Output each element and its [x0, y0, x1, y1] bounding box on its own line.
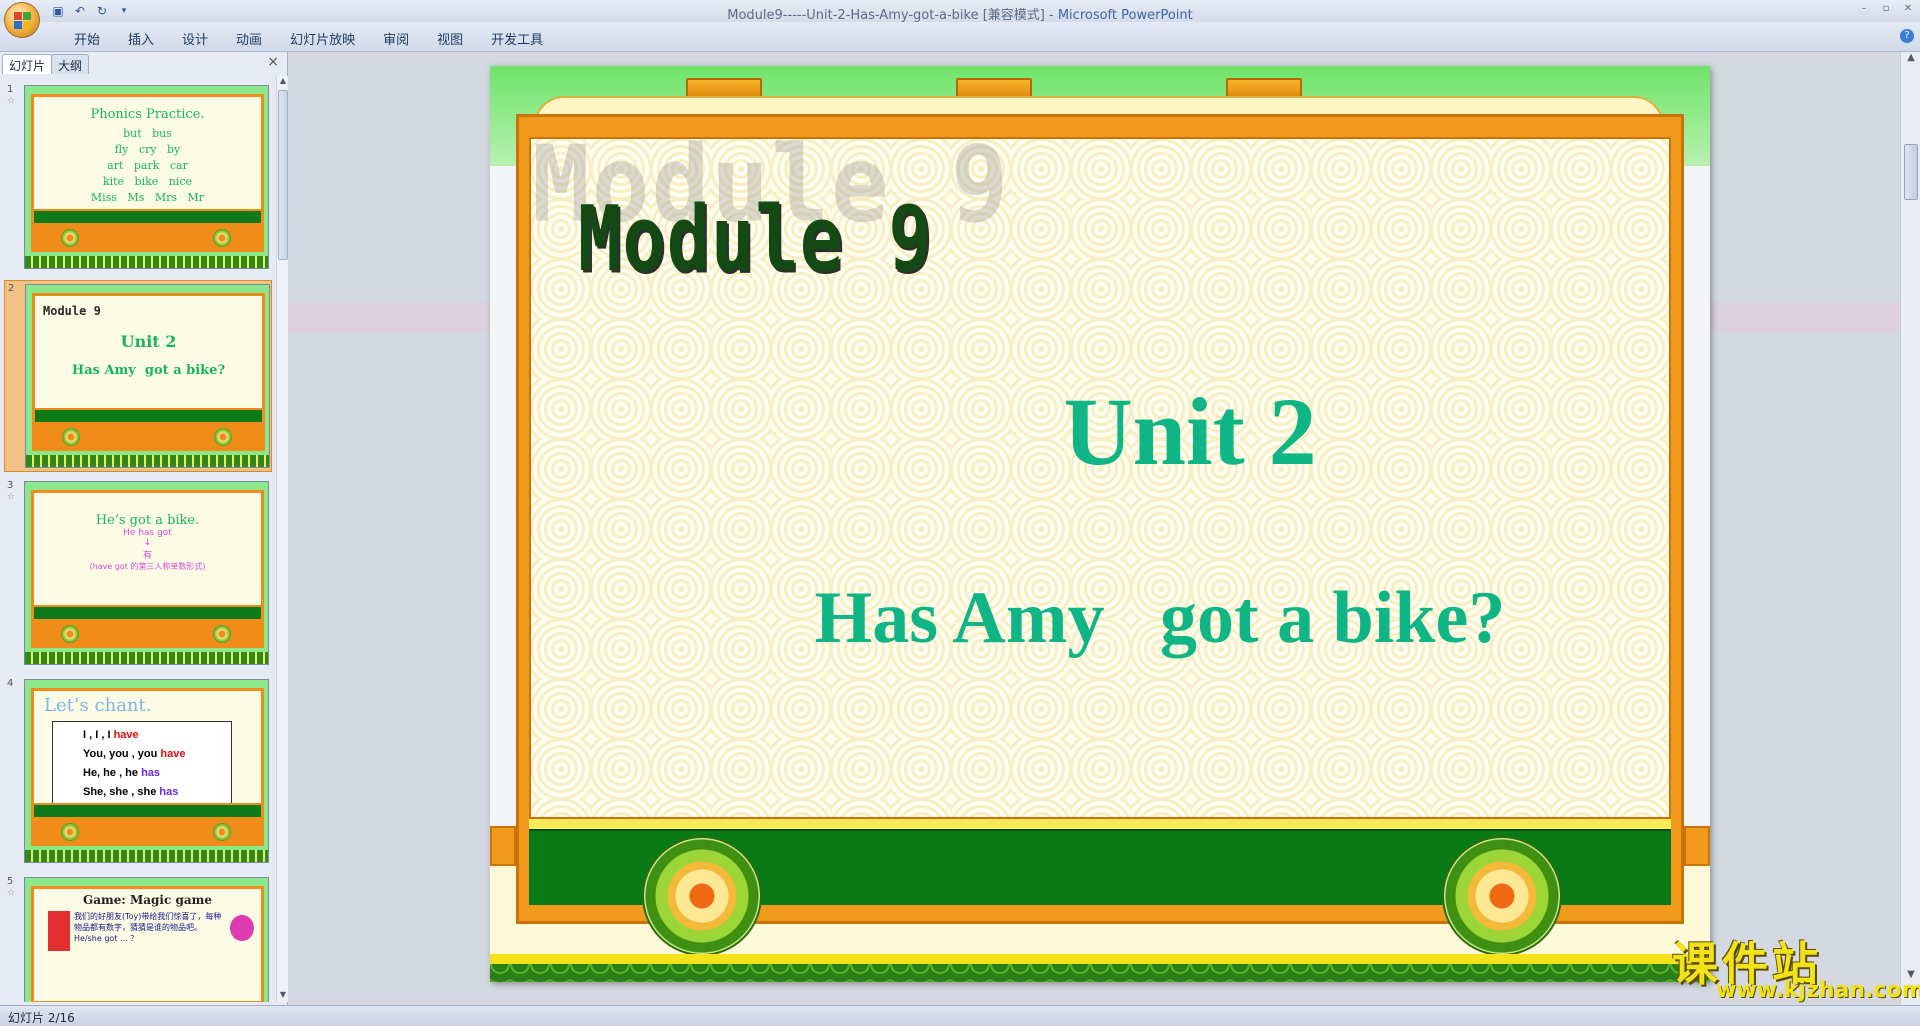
slide-number: 3: [7, 480, 14, 491]
tab-home[interactable]: 开始: [60, 29, 114, 48]
thumb-question: Has Amy got a bike?: [71, 363, 226, 378]
thumb-line: kite bike nice: [102, 175, 193, 188]
tab-slides[interactable]: 幻灯片: [2, 54, 53, 74]
thumb-title: Game: Magic game: [83, 893, 212, 907]
toy-image: [48, 911, 70, 951]
watermark-url: www.kjzhan.com: [1716, 978, 1920, 1003]
slide-number: 1: [7, 84, 14, 95]
editor-scrollbar[interactable]: ▲ ▼: [1900, 52, 1920, 1005]
thumb-sub: 有: [142, 551, 152, 561]
wheel-icon: [1442, 836, 1562, 956]
thumbnail-canvas: Game: Magic game 我们的好朋友(Toy)带给我们惊喜了，每种物品…: [24, 877, 269, 1002]
toy-image: [230, 915, 254, 941]
maximize-icon[interactable]: ▫: [1880, 3, 1892, 15]
thumb-unit: Unit 2: [120, 332, 177, 351]
pane-close-icon[interactable]: ×: [267, 54, 279, 70]
tab-view[interactable]: 视图: [423, 29, 477, 48]
train-hook: [686, 78, 762, 98]
close-icon[interactable]: ✕: [1902, 3, 1914, 15]
thumb-title: He’s got a bike.: [95, 513, 200, 528]
title-separator: -: [1044, 8, 1058, 23]
animation-star-icon: ☆: [7, 888, 16, 898]
chant-row: You, you , you have: [83, 748, 186, 760]
chant-box: I , I , I have You, you , you have He, h…: [52, 721, 232, 803]
slide-number: 2: [8, 283, 15, 294]
tab-design[interactable]: 设计: [168, 29, 222, 48]
office-button[interactable]: [4, 2, 40, 38]
thumb-sub: He has got: [123, 528, 172, 538]
animation-star-icon: ☆: [7, 96, 16, 106]
ribbon: 开始 插入 设计 动画 幻灯片放映 审阅 视图 开发工具 ?: [0, 22, 1920, 52]
wheel-icon: [61, 625, 79, 643]
thumb-line: Miss Ms Mrs Mr: [90, 191, 205, 204]
scroll-thumb[interactable]: [278, 90, 288, 260]
wheel-icon: [213, 625, 231, 643]
slide-canvas[interactable]: Module 9 Module 9 Unit 2 Has Amy got a b…: [490, 66, 1710, 982]
train-hook: [956, 78, 1032, 98]
thumbnail-canvas: Module 9 Unit 2 Has Amy got a bike?: [25, 284, 270, 468]
window-controls: – ▫ ✕: [1858, 3, 1914, 15]
office-logo-icon: [14, 12, 31, 29]
animation-star-icon: ☆: [7, 492, 16, 502]
thumb-arrow-icon: ↓: [143, 538, 152, 548]
thumb-title: Let’s chant.: [44, 695, 152, 716]
slide-number: 5: [7, 876, 14, 887]
thumb-line: fly cry by: [114, 143, 181, 156]
unit-title[interactable]: Unit 2: [490, 376, 1710, 487]
tab-outline[interactable]: 大纲: [51, 54, 90, 74]
slide-thumbnail-5[interactable]: 5 ☆ Game: Magic game 我们的好朋友(Toy)带给我们惊喜了，…: [4, 874, 272, 1002]
minimize-icon[interactable]: –: [1858, 3, 1870, 15]
document-title: Module9-----Unit-2-Has-Amy-got-a-bike [兼…: [727, 8, 1045, 23]
thumb-line: art park car: [107, 159, 188, 172]
chant-row: I , I , I have: [83, 729, 139, 741]
title-bar: ▣ ↶ ↻ ▾ Module9-----Unit-2-Has-Amy-got-a…: [0, 0, 1920, 23]
slide-thumbnail-3[interactable]: 3 ☆ He’s got a bike. He has got ↓ 有 (hav…: [4, 478, 272, 670]
slide-thumbnail-2[interactable]: 2 Module 9 Unit 2 Has Amy got a bike?: [4, 280, 272, 472]
wheel-icon: [62, 428, 80, 446]
pane-tabs: 幻灯片 大纲: [2, 54, 90, 74]
train-hook: [1226, 78, 1302, 98]
thumb-title: Phonics Practice.: [90, 107, 205, 122]
pane-scrollbar[interactable]: ▲ ▼: [276, 76, 288, 1002]
thumb-line: but bus: [123, 127, 172, 140]
application-name: Microsoft PowerPoint: [1057, 8, 1193, 23]
slide-thumbnail-1[interactable]: 1 ☆ Phonics Practice. but bus fly cry by…: [4, 82, 272, 274]
ribbon-tabs: 开始 插入 设计 动画 幻灯片放映 审阅 视图 开发工具: [60, 29, 557, 48]
wheel-icon: [214, 428, 232, 446]
slide-number: 4: [7, 678, 14, 689]
tab-animations[interactable]: 动画: [222, 29, 276, 48]
slide-counter: 幻灯片 2/16: [8, 1011, 75, 1025]
watermark-logo: 课件站 www.kjzhan.com: [1672, 928, 1920, 1004]
help-icon[interactable]: ?: [1900, 29, 1914, 43]
wheel-icon: [61, 823, 79, 841]
tab-developer[interactable]: 开发工具: [477, 29, 557, 48]
thumbnail-list: 1 ☆ Phonics Practice. but bus fly cry by…: [0, 76, 274, 1002]
slide-thumbnail-4[interactable]: 4 Let’s chant. I , I , I have You, you ,…: [4, 676, 272, 868]
tab-review[interactable]: 审阅: [369, 29, 423, 48]
lesson-question[interactable]: Has Amy got a bike?: [490, 576, 1710, 661]
chant-row: He, he , he has: [83, 767, 161, 779]
thumb-module: Module 9: [43, 304, 101, 318]
thumbnail-canvas: Let’s chant. I , I , I have You, you , y…: [24, 679, 269, 863]
status-bar: 幻灯片 2/16: [0, 1005, 1920, 1025]
grass-border: [490, 964, 1710, 982]
wheel-icon: [213, 229, 231, 247]
tab-slide-show[interactable]: 幻灯片放映: [276, 29, 369, 48]
thumbnail-canvas: He’s got a bike. He has got ↓ 有 (have go…: [24, 481, 269, 665]
thumb-body: 我们的好朋友(Toy)带给我们惊喜了，每种物品都有数字，猜猜是谁的物品吧。He/…: [74, 912, 222, 943]
wheel-icon: [213, 823, 231, 841]
chant-row: She, she , she has: [83, 786, 179, 798]
wheel-icon: [642, 836, 762, 956]
scroll-up-icon[interactable]: ▲: [1901, 52, 1920, 68]
thumbnail-canvas: Phonics Practice. but bus fly cry by art…: [24, 85, 269, 269]
wheel-icon: [61, 229, 79, 247]
scroll-thumb[interactable]: [1904, 144, 1918, 200]
window-title: Module9-----Unit-2-Has-Amy-got-a-bike [兼…: [0, 4, 1920, 23]
thumb-sub: (have got 的第三人称单数形式): [89, 562, 206, 571]
tab-insert[interactable]: 插入: [114, 29, 168, 48]
module-title[interactable]: Module 9: [578, 186, 933, 291]
slides-pane: 幻灯片 大纲 × 1 ☆ Phonics Practice. but bus f…: [0, 52, 288, 1005]
